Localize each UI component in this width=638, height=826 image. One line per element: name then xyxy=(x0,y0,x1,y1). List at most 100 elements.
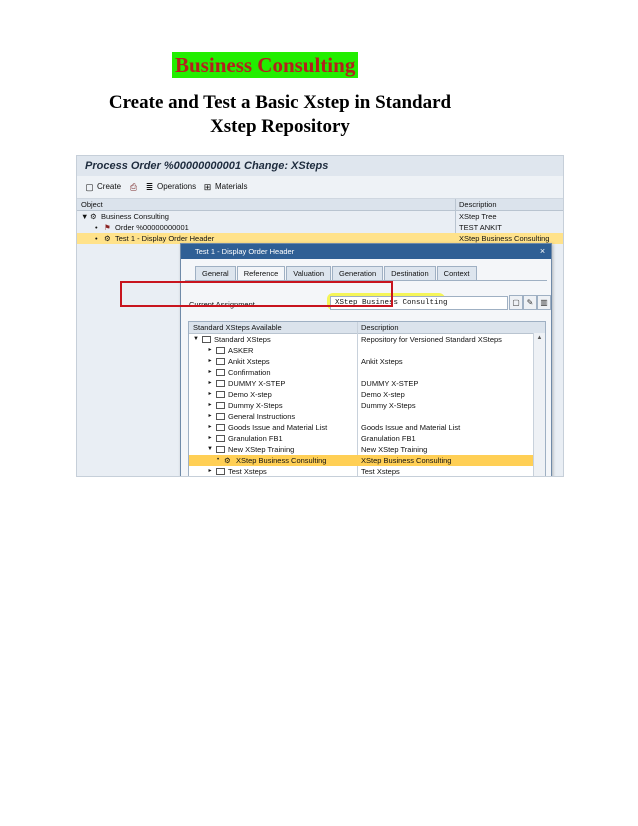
tree-row-description: Test Xsteps xyxy=(361,467,400,476)
delete-button[interactable]: ▥ xyxy=(537,295,551,310)
tree-row[interactable]: ▸ Granulation FB1 Granulation FB1 xyxy=(189,433,533,444)
tree-row-label: ASKER xyxy=(228,346,254,355)
tab-general[interactable]: General xyxy=(195,266,236,281)
toolbar: ▢ Create ⎙ ≣ Operations ⊞ Materials xyxy=(77,176,563,199)
folder-icon xyxy=(216,347,225,354)
tab-destination[interactable]: Destination xyxy=(384,266,436,281)
folder-icon xyxy=(216,380,225,387)
folder-open-icon xyxy=(202,336,211,343)
tree-row-label: Ankit Xsteps xyxy=(228,357,270,366)
tree-row-label: Granulation FB1 xyxy=(228,434,283,443)
printer-icon: ⎙ xyxy=(129,181,138,192)
tree-name-header: Standard XSteps Available xyxy=(193,323,282,332)
new-document-button[interactable]: ▢ xyxy=(509,295,523,310)
tree-row-description: New XStep Training xyxy=(361,445,428,454)
tree-row-label: Confirmation xyxy=(228,368,271,377)
tab-context[interactable]: Context xyxy=(436,266,477,281)
tree-description-header: Description xyxy=(361,323,399,332)
tree-row-description: Ankit Xsteps xyxy=(361,357,403,366)
materials-label: Materials xyxy=(215,182,248,191)
materials-icon: ⊞ xyxy=(203,181,212,192)
tree-row-label: DUMMY X-STEP xyxy=(228,379,286,388)
tree-row[interactable]: ▸ Ankit Xsteps Ankit Xsteps xyxy=(189,356,533,367)
xstep-dialog: Test 1 - Display Order Header × General … xyxy=(180,243,552,476)
tree-row-description: XStep Business Consulting xyxy=(361,456,452,465)
edit-button[interactable]: ✎ xyxy=(523,295,537,310)
expand-arrow-icon[interactable]: ▸ xyxy=(207,433,213,444)
folder-icon xyxy=(216,424,225,431)
folder-open-icon xyxy=(216,446,225,453)
tree-row-selected[interactable]: • ⚙ XStep Business Consulting XStep Busines… xyxy=(189,455,533,466)
vertical-scrollbar[interactable]: ▲ xyxy=(533,333,545,476)
dialog-tabs: General Reference Valuation Generation D… xyxy=(195,266,478,282)
operations-label: Operations xyxy=(157,182,197,191)
create-button[interactable]: ▢ Create xyxy=(85,181,121,193)
description-header: Description xyxy=(459,200,497,209)
expand-arrow-icon[interactable]: ▼ xyxy=(81,211,88,222)
close-icon[interactable]: × xyxy=(537,246,548,257)
bullet-icon[interactable]: • xyxy=(215,455,221,466)
expand-arrow-icon[interactable]: ▸ xyxy=(207,411,213,422)
pencil-icon: ✎ xyxy=(526,298,534,307)
folder-icon xyxy=(216,402,225,409)
tree-row-description: DUMMY X-STEP xyxy=(361,379,419,388)
window-title: Process Order %00000000001 Change: XStep… xyxy=(77,156,563,176)
folder-icon xyxy=(216,468,225,475)
row-label: Order %00000000001 xyxy=(115,223,189,232)
folder-icon xyxy=(216,391,225,398)
table-row[interactable]: • ⚑ Order %00000000001 TEST ANKIT xyxy=(77,222,563,233)
tree-row-label: Demo X-step xyxy=(228,390,272,399)
scroll-up-icon[interactable]: ▲ xyxy=(534,333,545,343)
doc-title-line-1: Create and Test a Basic Xstep in Standar… xyxy=(108,92,452,113)
tree-row[interactable]: ▼ Standard XSteps Repository for Versioned… xyxy=(189,334,533,345)
tree-row-description: Dummy X-Steps xyxy=(361,401,416,410)
tree-row-label: Goods Issue and Material List xyxy=(228,423,328,432)
tree-row-label: Standard XSteps xyxy=(214,335,271,344)
tree-row[interactable]: ▸ Test Xsteps Test Xsteps xyxy=(189,466,533,476)
expand-arrow-icon[interactable]: ▸ xyxy=(207,422,213,433)
tab-valuation[interactable]: Valuation xyxy=(286,266,332,281)
object-header: Object xyxy=(81,200,103,209)
tree-row[interactable]: ▸ DUMMY X-STEP DUMMY X-STEP xyxy=(189,378,533,389)
tree-row[interactable]: ▸ Demo X-step Demo X-step xyxy=(189,389,533,400)
expand-arrow-icon[interactable]: ▸ xyxy=(207,345,213,356)
print-button[interactable]: ⎙ xyxy=(129,181,138,193)
expand-arrow-icon[interactable]: ▸ xyxy=(207,400,213,411)
expand-arrow-icon[interactable]: ▸ xyxy=(207,466,213,476)
tree-row[interactable]: ▸ Dummy X-Steps Dummy X-Steps xyxy=(189,400,533,411)
row-label: Business Consulting xyxy=(101,212,169,221)
tree-row[interactable]: ▸ ASKER xyxy=(189,345,533,356)
folder-icon xyxy=(216,413,225,420)
object-grid-header: Object Description xyxy=(77,199,563,211)
tree-row-label: XStep Business Consulting xyxy=(236,456,327,465)
table-row[interactable]: ▼ ⚙ Business Consulting XStep Tree xyxy=(77,211,563,222)
tree-row-label: Dummy X-Steps xyxy=(228,401,283,410)
expand-arrow-icon[interactable]: ▸ xyxy=(207,367,213,378)
tab-generation[interactable]: Generation xyxy=(332,266,384,281)
xstep-tree-icon: ⚙ xyxy=(90,212,97,221)
operations-button[interactable]: ≣ Operations xyxy=(145,181,196,193)
tree-row[interactable]: ▼ New XStep Training New XStep Training xyxy=(189,444,533,455)
expand-arrow-icon[interactable]: ▼ xyxy=(207,444,213,455)
expand-arrow-icon[interactable]: ▼ xyxy=(193,334,199,345)
tree-row-description: Repository for Versioned Standard XSteps xyxy=(361,335,502,344)
expand-arrow-icon[interactable]: ▸ xyxy=(207,389,213,400)
expand-arrow-icon[interactable]: ▸ xyxy=(207,378,213,389)
tree-row-label: New XStep Training xyxy=(228,445,295,454)
trash-icon: ▥ xyxy=(540,298,548,307)
tree-row-label: General Instructions xyxy=(228,412,296,421)
tree-row-description: Granulation FB1 xyxy=(361,434,416,443)
create-label: Create xyxy=(97,182,122,191)
standard-xsteps-tree: Standard XSteps Available Description ▼ S… xyxy=(188,321,546,476)
tree-row[interactable]: ▸ Goods Issue and Material List Goods Issu… xyxy=(189,422,533,433)
tree-row[interactable]: ▸ General Instructions xyxy=(189,411,533,422)
brand-heading: Business Consulting xyxy=(172,52,359,78)
dialog-title: Test 1 - Display Order Header xyxy=(181,244,551,259)
materials-button[interactable]: ⊞ Materials xyxy=(203,181,248,193)
tree-row[interactable]: ▸ Confirmation xyxy=(189,367,533,378)
tree-row-label: Test Xsteps xyxy=(228,467,267,476)
tree-row-description: Goods Issue and Material List xyxy=(361,423,461,432)
sap-screenshot: Process Order %00000000001 Change: XStep… xyxy=(76,155,564,477)
expand-arrow-icon[interactable]: ▸ xyxy=(207,356,213,367)
xstep-icon: ⚙ xyxy=(224,456,231,465)
